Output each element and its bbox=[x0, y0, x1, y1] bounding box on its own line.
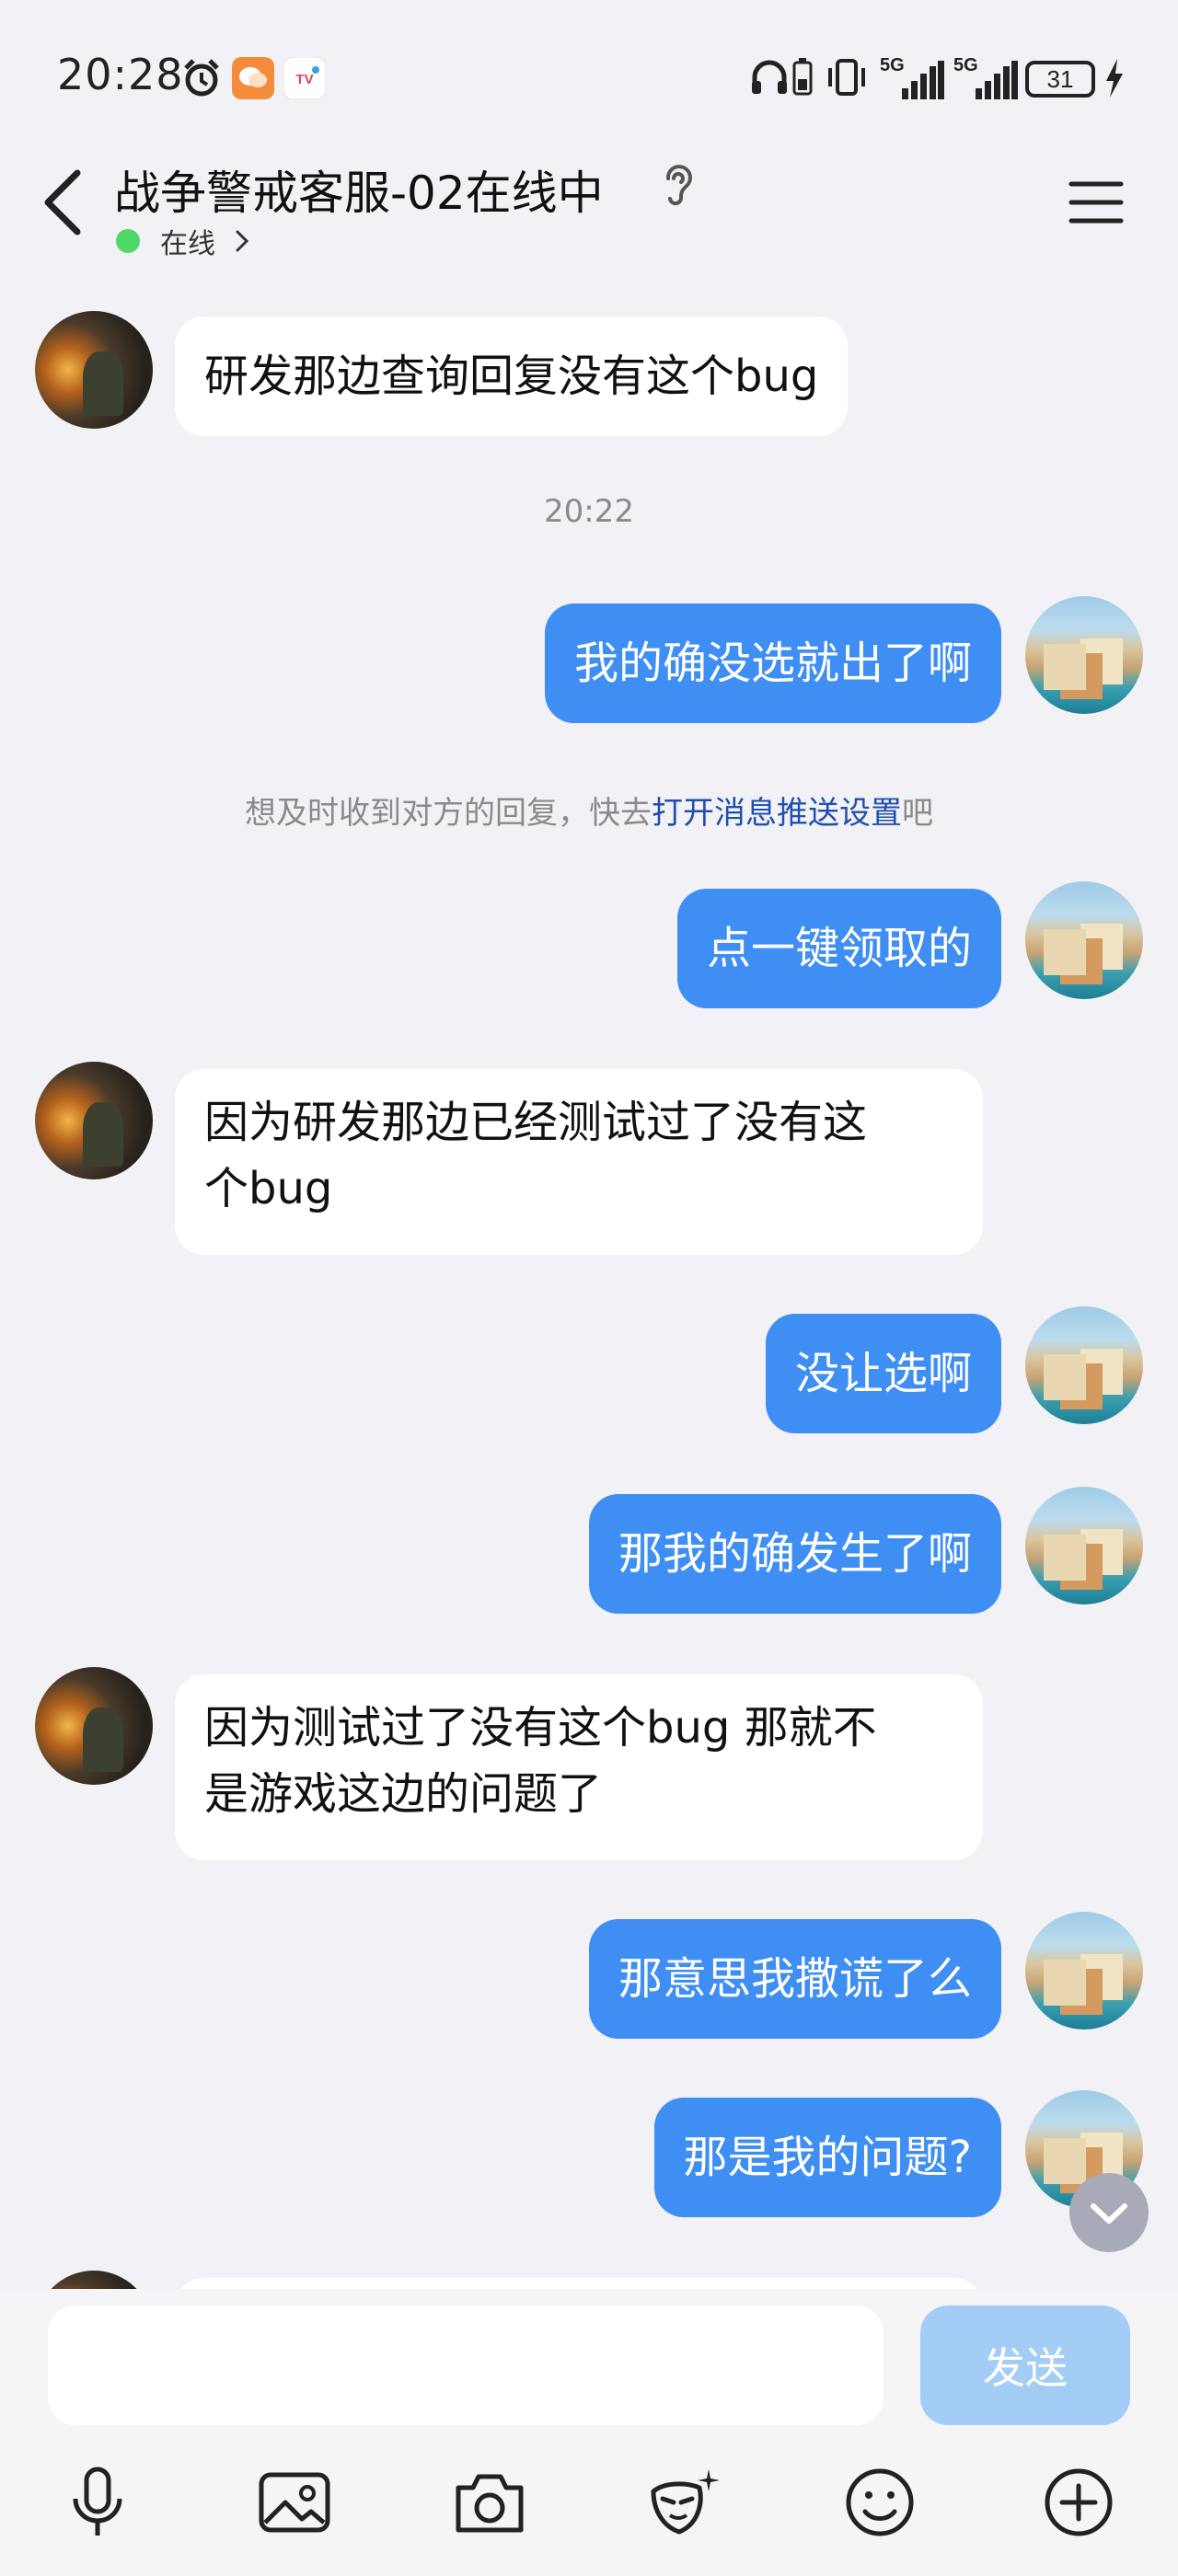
user-avatar[interactable] bbox=[1025, 1306, 1143, 1424]
outgoing-message[interactable]: 那是我的问题? bbox=[653, 2098, 1001, 2217]
message-list[interactable]: 研发那边查询回复没有这个bug 20:22 我的确没选就出了啊 想及时收到对方的… bbox=[0, 276, 1178, 2289]
presence-status[interactable]: 在线 bbox=[116, 223, 250, 260]
earpiece-mode-icon[interactable] bbox=[659, 162, 696, 206]
user-avatar[interactable] bbox=[1025, 1912, 1143, 2030]
send-button[interactable]: 发送 bbox=[920, 2306, 1130, 2425]
incoming-message-partial[interactable] bbox=[175, 2278, 983, 2289]
chat-header: 战争警戒客服-02在线中 在线 bbox=[0, 138, 1178, 276]
online-dot-icon bbox=[116, 229, 140, 253]
chevron-right-icon bbox=[236, 230, 249, 252]
device-battery-icon bbox=[792, 58, 813, 96]
signal-2-icon: 5G bbox=[953, 55, 1018, 101]
agent-avatar[interactable] bbox=[35, 1062, 153, 1179]
battery-indicator: 31 bbox=[1025, 61, 1095, 98]
chat-app-icon bbox=[232, 57, 274, 99]
image-icon[interactable] bbox=[256, 2464, 333, 2541]
input-bar: 发送 bbox=[0, 2289, 1178, 2576]
signal-2-label: 5G bbox=[953, 55, 978, 75]
incoming-message[interactable]: 因为测试过了没有这个bug 那就不 是游戏这边的问题了 bbox=[175, 1674, 983, 1860]
presence-label: 在线 bbox=[160, 228, 215, 260]
message-line: 因为测试过了没有这个bug 那就不 bbox=[204, 1702, 877, 1754]
push-settings-link[interactable]: 打开消息推送设置 bbox=[652, 795, 902, 832]
emoji-icon[interactable] bbox=[841, 2464, 918, 2541]
message-line: 是游戏这边的问题了 bbox=[204, 1768, 603, 1820]
headphones-icon bbox=[752, 60, 787, 94]
user-avatar[interactable] bbox=[1025, 1487, 1143, 1604]
redpacket-mask-icon[interactable] bbox=[646, 2464, 723, 2541]
plus-icon[interactable] bbox=[1040, 2464, 1117, 2541]
notification-tip: 想及时收到对方的回复，快去打开消息推送设置吧 bbox=[0, 788, 1178, 833]
tv-app-icon: TV bbox=[283, 57, 326, 99]
chevron-down-icon bbox=[1091, 2203, 1127, 2224]
charging-icon bbox=[1106, 59, 1123, 98]
agent-avatar[interactable] bbox=[35, 1667, 153, 1785]
user-avatar[interactable] bbox=[1025, 881, 1143, 999]
outgoing-message[interactable]: 没让选啊 bbox=[765, 1314, 1001, 1433]
outgoing-message[interactable]: 那我的确发生了啊 bbox=[588, 1494, 1001, 1614]
tip-suffix: 吧 bbox=[902, 795, 933, 832]
alarm-icon bbox=[184, 59, 219, 97]
menu-icon[interactable] bbox=[1066, 175, 1126, 230]
vibrate-icon bbox=[828, 59, 865, 96]
message-line: 因为研发那边已经测试过了没有这 bbox=[204, 1097, 868, 1148]
message-timestamp: 20:22 bbox=[544, 493, 634, 530]
back-icon[interactable] bbox=[37, 166, 92, 239]
status-time: 20:28 bbox=[57, 50, 184, 99]
tip-prefix: 想及时收到对方的回复，快去 bbox=[245, 795, 652, 832]
signal-1-icon: 5G bbox=[880, 55, 944, 101]
status-bar: 20:28 TV 5G 5G 31 bbox=[0, 0, 1178, 138]
chat-title[interactable]: 战争警戒客服-02在线中 bbox=[114, 156, 604, 223]
agent-avatar[interactable] bbox=[35, 2271, 153, 2289]
outgoing-message[interactable]: 点一键领取的 bbox=[676, 889, 1001, 1008]
agent-avatar[interactable] bbox=[35, 311, 153, 429]
scroll-to-bottom-button[interactable] bbox=[1069, 2173, 1149, 2252]
signal-1-label: 5G bbox=[880, 55, 905, 75]
incoming-message[interactable]: 因为研发那边已经测试过了没有这 个bug bbox=[175, 1069, 983, 1255]
camera-icon[interactable] bbox=[451, 2464, 528, 2541]
outgoing-message[interactable]: 我的确没选就出了啊 bbox=[544, 604, 1001, 723]
message-input[interactable] bbox=[48, 2306, 884, 2425]
message-line: 个bug bbox=[204, 1163, 333, 1214]
incoming-message[interactable]: 研发那边查询回复没有这个bug bbox=[175, 316, 849, 436]
outgoing-message[interactable]: 那意思我撒谎了么 bbox=[588, 1919, 1001, 2039]
svg-text:TV: TV bbox=[295, 72, 313, 87]
user-avatar[interactable] bbox=[1025, 596, 1143, 714]
microphone-icon[interactable] bbox=[59, 2464, 136, 2541]
